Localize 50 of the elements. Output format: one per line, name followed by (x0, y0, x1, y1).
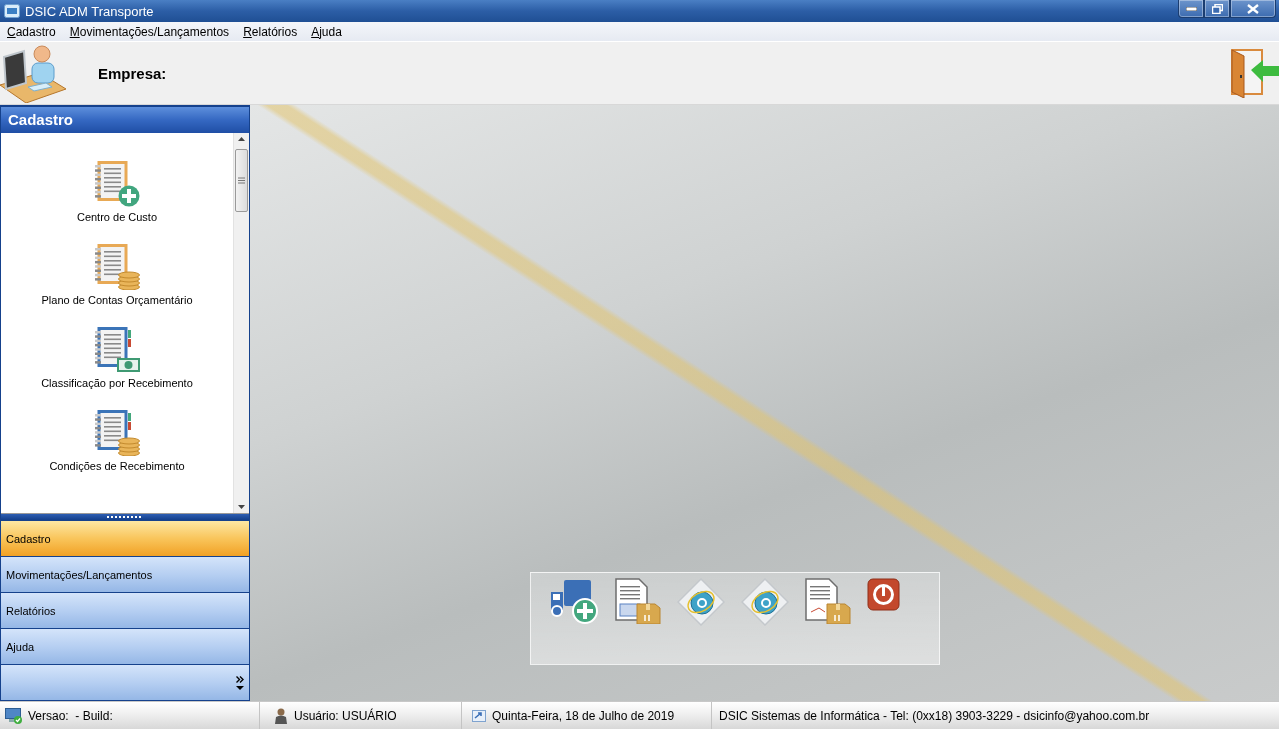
scrollbar[interactable] (233, 132, 249, 514)
ledger-plus-icon (94, 160, 140, 207)
restore-button[interactable] (1204, 0, 1230, 18)
version-text: Versao: - Build: (28, 708, 113, 723)
user-text: Usuário: USUÁRIO (294, 708, 397, 723)
panel-title: Cadastro (1, 107, 249, 133)
sidebar-item[interactable]: Classificação por Recebimento (41, 326, 193, 389)
power-icon[interactable] (867, 578, 900, 611)
overflow-button[interactable] (236, 675, 244, 690)
restore-icon (1211, 3, 1223, 14)
minimize-button[interactable] (1178, 0, 1204, 18)
date-text: Quinta-Feira, 18 de Julho de 2019 (492, 708, 675, 723)
monitor-check-icon (5, 707, 22, 724)
door-arrow-icon[interactable] (1231, 48, 1279, 98)
sidebar-item[interactable]: Condições de Recebimento (49, 409, 185, 472)
sidebar-item[interactable]: Plano de Contas Orçamentário (41, 243, 193, 306)
ledger-coins-icon (94, 409, 140, 456)
nav-button[interactable]: Ajuda (1, 628, 249, 665)
globe-diamond-icon[interactable] (741, 578, 789, 626)
grip-icon (238, 176, 245, 184)
sidebar-item[interactable]: Centro de Custo (76, 160, 158, 223)
document-box-icon[interactable] (805, 578, 851, 624)
ledger-coins-icon (94, 243, 140, 290)
company-info-text: DSIC Sistemas de Informática - Tel: (0xx18) 3903-3229 - dsicinfo@yahoo.com.br (719, 708, 1150, 723)
caret-up-icon[interactable] (238, 136, 245, 141)
ledger-banknote-icon (94, 326, 140, 373)
minimize-icon (1185, 6, 1197, 11)
close-button[interactable] (1230, 0, 1276, 18)
person-at-computer-icon (0, 43, 66, 103)
window-title: DSIC ADM Transporte (25, 3, 155, 19)
nav-button[interactable]: Cadastro (1, 520, 249, 557)
globe-diamond-icon[interactable] (677, 578, 725, 626)
scroll-thumb[interactable] (235, 148, 248, 212)
caret-down-icon[interactable] (238, 505, 245, 510)
menu-item[interactable]: Cadastro (1, 21, 62, 42)
person-icon (274, 707, 288, 724)
truck-plus-icon[interactable] (549, 578, 599, 624)
document-box-icon[interactable] (615, 578, 661, 624)
nav-button[interactable]: Relatórios (1, 592, 249, 629)
close-icon (1247, 3, 1259, 14)
nav-button[interactable]: Movimentações/Lançamentos (1, 556, 249, 593)
company-label: Empresa: (98, 64, 168, 82)
splitter-bar[interactable] (1, 514, 249, 521)
grip-dots-icon (107, 516, 143, 519)
menu-item[interactable]: Ajuda (305, 21, 348, 42)
menu-item[interactable]: Movimentações/Lançamentos (63, 21, 236, 42)
menu-item[interactable]: Relatórios (237, 21, 304, 42)
double-chevron-icon (236, 675, 244, 683)
caret-down-icon (236, 685, 244, 690)
app-icon (4, 4, 20, 18)
